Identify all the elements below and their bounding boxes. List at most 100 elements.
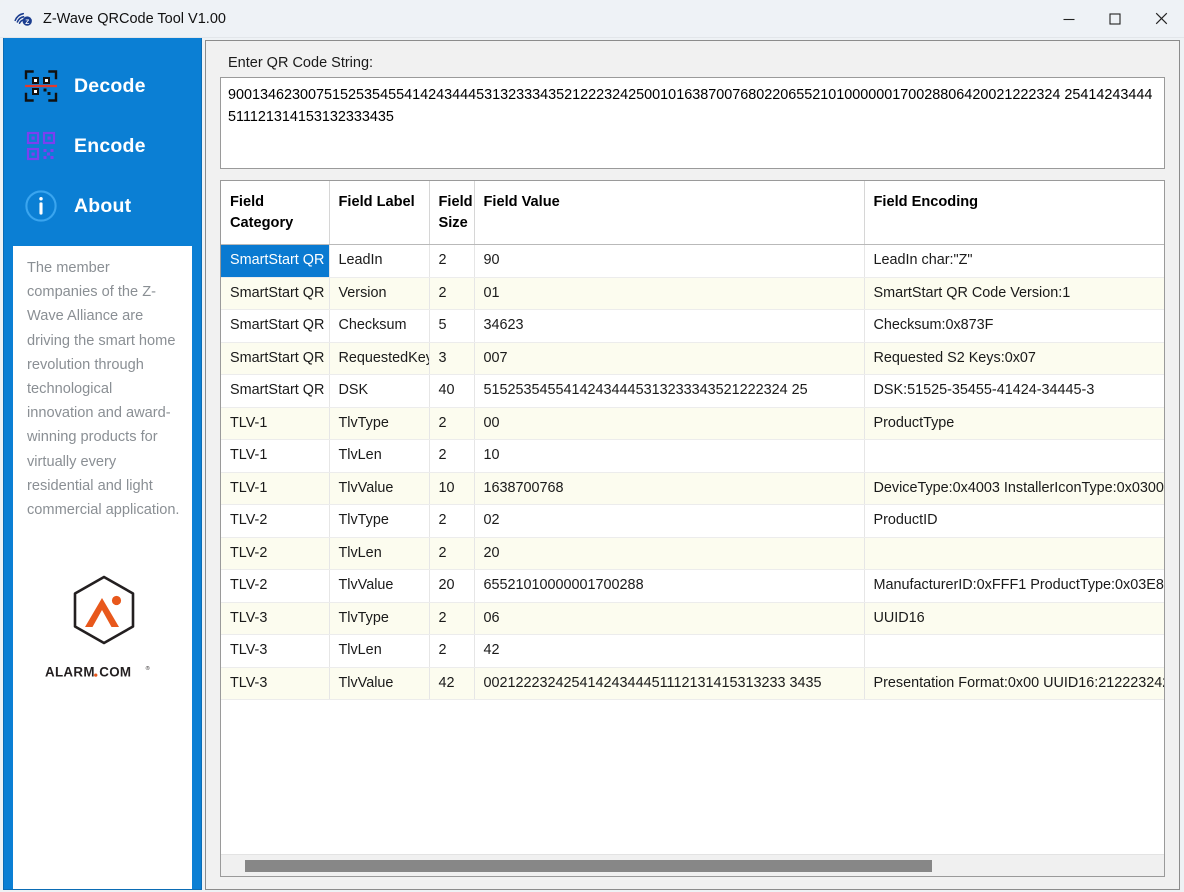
cell-field-label[interactable]: TlvLen xyxy=(329,537,430,570)
cell-field-encoding[interactable] xyxy=(864,439,1164,473)
cell-field-size[interactable]: 10 xyxy=(429,472,475,505)
cell-field-value[interactable]: 34623 xyxy=(474,309,865,343)
cell-field-label[interactable]: LeadIn xyxy=(329,244,430,278)
table-row[interactable]: TLV-1 TlvType 2 00 ProductType xyxy=(221,407,1164,440)
table-row[interactable]: TLV-3 TlvType 2 06 UUID16 xyxy=(221,602,1164,635)
cell-field-value[interactable]: 20 xyxy=(474,537,865,570)
qr-string-input[interactable] xyxy=(220,77,1165,169)
cell-field-encoding[interactable]: Checksum:0x873F xyxy=(864,309,1164,343)
cell-field-category[interactable]: SmartStart QR header xyxy=(221,309,330,343)
maximize-button[interactable] xyxy=(1092,0,1138,38)
cell-field-size[interactable]: 2 xyxy=(429,244,475,278)
cell-field-label[interactable]: TlvType xyxy=(329,407,430,440)
cell-field-encoding[interactable]: SmartStart QR Code Version:1 xyxy=(864,277,1164,310)
table-row[interactable]: SmartStart QR headerChecksum534623Checks… xyxy=(221,309,1164,343)
table-row[interactable]: TLV-1 TlvLen 2 10 xyxy=(221,439,1164,473)
cell-field-value[interactable]: 01 xyxy=(474,277,865,310)
cell-field-category[interactable]: SmartStart QR header xyxy=(221,277,330,310)
cell-field-encoding[interactable]: DeviceType:0x4003 InstallerIconType:0x03… xyxy=(864,472,1164,505)
cell-field-category[interactable]: TLV-2 xyxy=(221,537,330,570)
cell-field-encoding[interactable]: ManufacturerID:0xFFF1 ProductType:0x03E8… xyxy=(864,569,1164,603)
sidebar-item-decode[interactable]: Decode xyxy=(4,56,201,116)
cell-field-size[interactable]: 2 xyxy=(429,537,475,570)
minimize-icon xyxy=(1062,12,1076,26)
table-row[interactable]: SmartStart QR headerVersion201SmartStart… xyxy=(221,277,1164,310)
cell-field-size[interactable]: 2 xyxy=(429,277,475,310)
horizontal-scrollbar[interactable] xyxy=(221,854,1164,876)
table-row[interactable]: SmartStart QR headerRequestedKeys3007Req… xyxy=(221,342,1164,375)
cell-field-size[interactable]: 42 xyxy=(429,667,475,700)
cell-field-encoding[interactable]: ProductID xyxy=(864,504,1164,538)
table-row[interactable]: TLV-2 TlvType 2 02 ProductID xyxy=(221,504,1164,538)
cell-field-size[interactable]: 2 xyxy=(429,504,475,538)
cell-field-category[interactable]: TLV-2 xyxy=(221,504,330,538)
cell-field-size[interactable]: 2 xyxy=(429,407,475,440)
cell-field-value[interactable]: 06 xyxy=(474,602,865,635)
cell-field-category[interactable]: TLV-1 xyxy=(221,407,330,440)
cell-field-value[interactable]: 1638700768 xyxy=(474,472,865,505)
cell-field-encoding[interactable]: Presentation Format:0x00 UUID16:21222324… xyxy=(864,667,1164,700)
table-row[interactable]: SmartStart QR headerLeadIn290LeadIn char… xyxy=(221,244,1164,278)
cell-field-value[interactable]: 10 xyxy=(474,439,865,473)
cell-field-label[interactable]: DSK xyxy=(329,374,430,408)
column-header-field-encoding[interactable]: Field Encoding xyxy=(864,181,1164,245)
table-row[interactable]: TLV-3 TlvValue 42 0021222324254142434445111… xyxy=(221,667,1164,700)
cell-field-label[interactable]: TlvValue xyxy=(329,569,430,603)
cell-field-size[interactable]: 40 xyxy=(429,374,475,408)
cell-field-encoding[interactable]: LeadIn char:"Z" xyxy=(864,244,1164,278)
cell-field-label[interactable]: TlvType xyxy=(329,504,430,538)
cell-field-label[interactable]: TlvValue xyxy=(329,667,430,700)
cell-field-category[interactable]: TLV-3 xyxy=(221,634,330,668)
minimize-button[interactable] xyxy=(1046,0,1092,38)
cell-field-label[interactable]: Checksum xyxy=(329,309,430,343)
cell-field-label[interactable]: Version xyxy=(329,277,430,310)
cell-field-value[interactable]: 02 xyxy=(474,504,865,538)
horizontal-scrollbar-thumb[interactable] xyxy=(245,859,932,872)
cell-field-value[interactable]: 65521010000001700288 xyxy=(474,569,865,603)
cell-field-category[interactable]: TLV-3 xyxy=(221,602,330,635)
table-row[interactable]: TLV-2 TlvValue 20 65521010000001700288 Manuf… xyxy=(221,569,1164,603)
table-row[interactable]: TLV-3 TlvLen 2 42 xyxy=(221,634,1164,668)
cell-field-encoding[interactable]: DSK:51525-35455-41424-34445-3 xyxy=(864,374,1164,408)
cell-field-value[interactable]: 00212223242541424344451112131415313233 3… xyxy=(474,667,865,700)
cell-field-label[interactable]: TlvLen xyxy=(329,439,430,473)
cell-field-encoding[interactable] xyxy=(864,537,1164,570)
table-row[interactable]: SmartStart QR headerDSK40515253545541424… xyxy=(221,374,1164,408)
cell-field-size[interactable]: 3 xyxy=(429,342,475,375)
cell-field-size[interactable]: 2 xyxy=(429,634,475,668)
cell-field-category[interactable]: SmartStart QR header xyxy=(221,374,330,408)
cell-field-value[interactable]: 00 xyxy=(474,407,865,440)
column-header-field-size[interactable]: Field Size xyxy=(429,181,475,245)
cell-field-category[interactable]: SmartStart QR header xyxy=(221,244,330,278)
cell-field-encoding[interactable]: ProductType xyxy=(864,407,1164,440)
cell-field-size[interactable]: 20 xyxy=(429,569,475,603)
sidebar-item-encode[interactable]: Encode xyxy=(4,116,201,176)
cell-field-size[interactable]: 2 xyxy=(429,439,475,473)
table-row[interactable]: TLV-1 TlvValue 10 1638700768 DeviceType:0x40… xyxy=(221,472,1164,505)
cell-field-value[interactable]: 90 xyxy=(474,244,865,278)
cell-field-label[interactable]: TlvType xyxy=(329,602,430,635)
cell-field-encoding[interactable] xyxy=(864,634,1164,668)
cell-field-size[interactable]: 2 xyxy=(429,602,475,635)
column-header-field-label[interactable]: Field Label xyxy=(329,181,430,245)
cell-field-value[interactable]: 42 xyxy=(474,634,865,668)
cell-field-category[interactable]: TLV-1 xyxy=(221,472,330,505)
cell-field-encoding[interactable]: Requested S2 Keys:0x07 xyxy=(864,342,1164,375)
cell-field-label[interactable]: TlvValue xyxy=(329,472,430,505)
cell-field-encoding[interactable]: UUID16 xyxy=(864,602,1164,635)
cell-field-label[interactable]: RequestedKeys xyxy=(329,342,430,375)
sidebar-item-about[interactable]: About xyxy=(4,176,201,236)
close-button[interactable] xyxy=(1138,0,1184,38)
cell-field-category[interactable]: TLV-2 xyxy=(221,569,330,603)
column-header-field-category[interactable]: Field Category xyxy=(221,181,330,245)
field-table-scroll-area[interactable]: Field Category Field Label Field Size Fi… xyxy=(221,181,1164,854)
cell-field-category[interactable]: SmartStart QR header xyxy=(221,342,330,375)
cell-field-value[interactable]: 007 xyxy=(474,342,865,375)
cell-field-value[interactable]: 51525354554142434445313233343521222324 2… xyxy=(474,374,865,408)
table-row[interactable]: TLV-2 TlvLen 2 20 xyxy=(221,537,1164,570)
cell-field-category[interactable]: TLV-1 xyxy=(221,439,330,473)
cell-field-label[interactable]: TlvLen xyxy=(329,634,430,668)
cell-field-size[interactable]: 5 xyxy=(429,309,475,343)
cell-field-category[interactable]: TLV-3 xyxy=(221,667,330,700)
column-header-field-value[interactable]: Field Value xyxy=(474,181,865,245)
